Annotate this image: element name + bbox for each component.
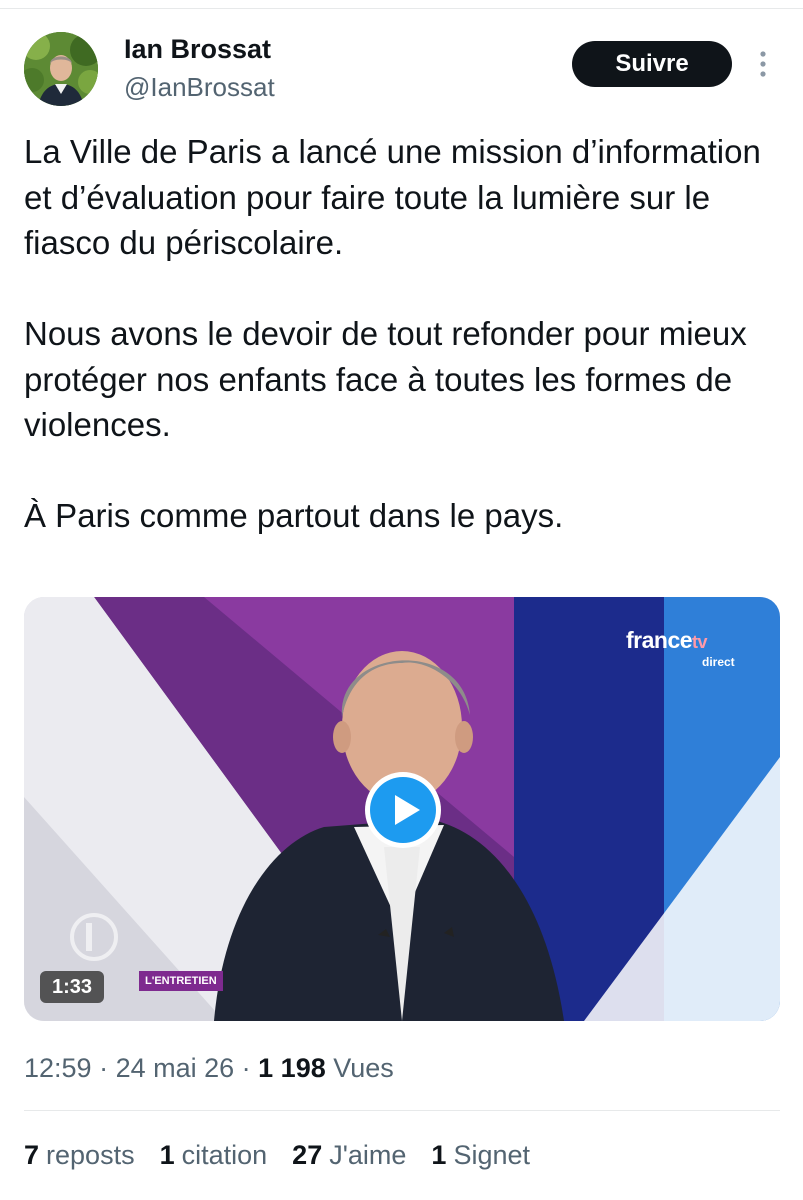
meta-separator: ·	[91, 1053, 116, 1083]
stat-label: reposts	[46, 1140, 135, 1170]
stat-reposts[interactable]: 7 reposts	[24, 1137, 135, 1173]
stat-likes[interactable]: 27 J'aime	[292, 1137, 406, 1173]
stat-count: 1	[159, 1140, 175, 1170]
stat-count: 27	[292, 1140, 323, 1170]
segment-tag: L'ENTRETIEN	[139, 971, 223, 991]
tweet-text: La Ville de Paris a lancé une mission d’…	[24, 129, 794, 539]
author-avatar[interactable]	[24, 32, 98, 106]
meta-separator: ·	[234, 1053, 259, 1083]
avatar-image	[24, 32, 98, 106]
stats-divider	[24, 1110, 780, 1111]
views-count: 1 198	[258, 1053, 326, 1083]
stat-label: citation	[181, 1140, 268, 1170]
top-divider	[0, 8, 803, 9]
tweet-paragraph: Nous avons le devoir de tout refonder po…	[24, 315, 747, 443]
tweet-meta: 12:59 · 24 mai 26 · 1 198 Vues	[24, 1050, 394, 1086]
video-player[interactable]: francetv direct 1:33 L'ENTRETIEN	[24, 597, 780, 1021]
channel-logo: francetv direct	[626, 627, 746, 669]
stat-bookmarks[interactable]: 1 Signet	[431, 1137, 530, 1173]
follow-button[interactable]: Suivre	[572, 41, 732, 87]
tweet-paragraph: La Ville de Paris a lancé une mission d’…	[24, 133, 761, 261]
stat-count: 7	[24, 1140, 40, 1170]
engagement-stats: 7 reposts 1 citation 27 J'aime 1 Signet	[24, 1137, 555, 1173]
tweet-date[interactable]: 24 mai 26	[116, 1053, 235, 1083]
author-display-name[interactable]: Ian Brossat	[124, 32, 271, 66]
show-logo-icon	[70, 913, 118, 961]
channel-brand: france	[626, 627, 693, 653]
author-handle[interactable]: @IanBrossat	[124, 71, 275, 103]
video-duration: 1:33	[40, 971, 104, 1003]
play-icon[interactable]	[363, 770, 443, 850]
stat-quotes[interactable]: 1 citation	[160, 1137, 268, 1173]
stat-label: Signet	[453, 1140, 530, 1170]
channel-brand-suffix: tv	[692, 632, 708, 652]
more-options-icon[interactable]	[754, 48, 772, 80]
views-label: Vues	[333, 1053, 394, 1083]
channel-live-label: direct	[702, 655, 735, 669]
tweet-paragraph: À Paris comme partout dans le pays.	[24, 497, 564, 534]
stat-label: J'aime	[329, 1140, 407, 1170]
tweet-time[interactable]: 12:59	[24, 1053, 92, 1083]
stat-count: 1	[431, 1140, 447, 1170]
